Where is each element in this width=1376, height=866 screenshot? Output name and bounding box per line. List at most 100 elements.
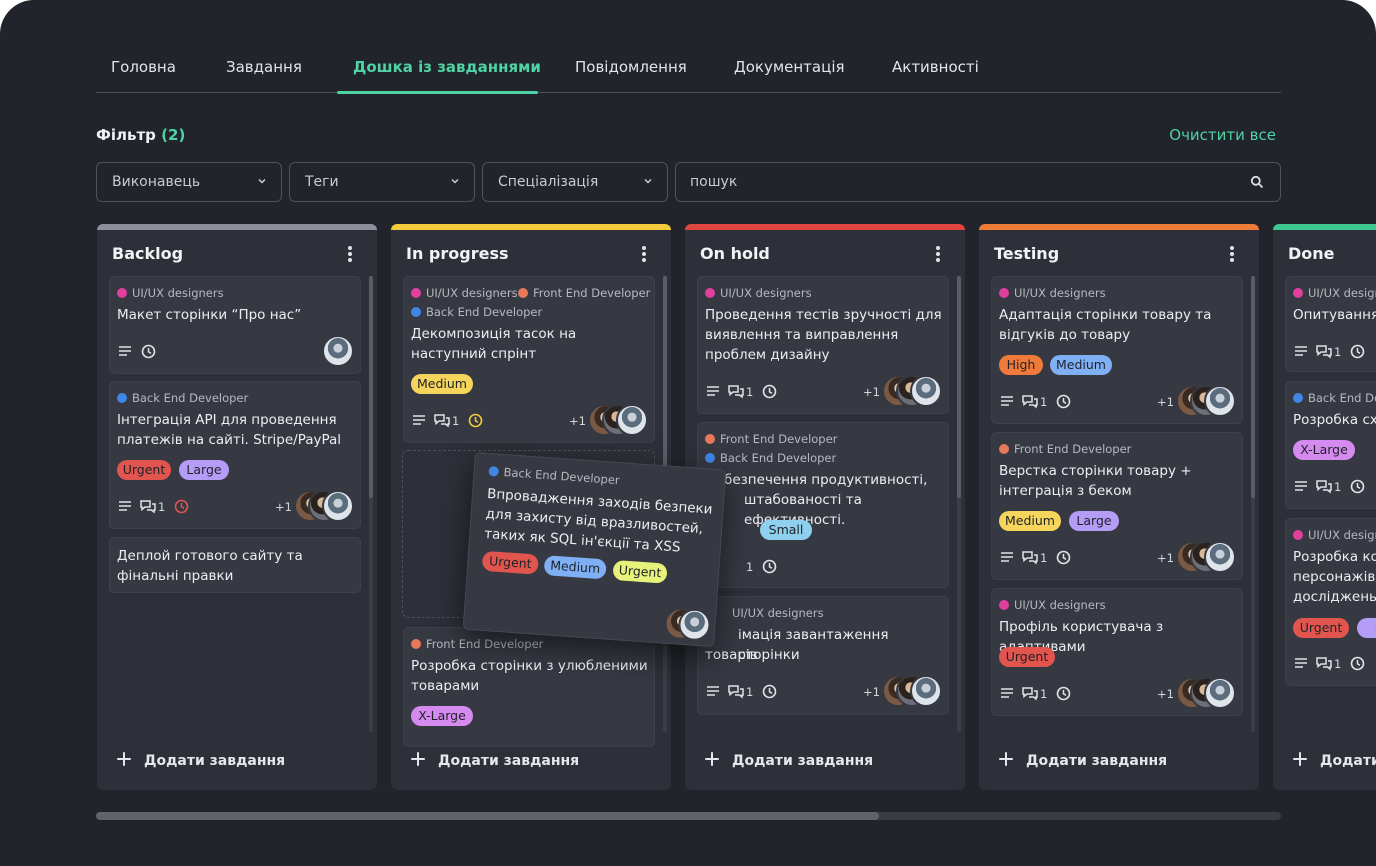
card-title-line: персонажів к [1293, 569, 1376, 585]
assignee-avatars [588, 404, 652, 436]
chevron-down-icon [644, 178, 652, 184]
task-card[interactable]: Front End Developer Верстка сторінки тов… [991, 432, 1243, 580]
comment-count: 1 [1040, 687, 1048, 701]
tag-x-large: X-Large [411, 706, 473, 726]
avatar [1204, 385, 1236, 417]
comment-count: 1 [1334, 657, 1342, 671]
tag-urgent: Urgent [481, 550, 539, 575]
task-card[interactable]: UI/UX designers Профіль користувача з ад… [991, 588, 1243, 716]
task-card[interactable]: Front End Developer Розробка сторінки з … [403, 627, 655, 747]
extra-assignees-count: +1 [1157, 395, 1174, 409]
more-vertical-icon[interactable] [343, 246, 357, 264]
task-card[interactable]: UI/UX designers Адаптація сторінки товар… [991, 276, 1243, 424]
task-card[interactable]: UI/UX designers Макет сторінки “Про нас” [109, 276, 361, 374]
clear-all-button[interactable]: Очистити все [1169, 126, 1276, 144]
specialization-label: Back End Developer [705, 451, 836, 465]
card-title: Опитування [1293, 307, 1376, 323]
assignee-select[interactable]: Виконавець [96, 162, 282, 202]
tags-select[interactable]: Теги [289, 162, 475, 202]
task-card[interactable]: Деплой готового сайту та фінальні правки [109, 537, 361, 593]
card-title: Макет сторінки “Про нас” [117, 307, 302, 323]
description-icon [707, 386, 719, 396]
clock-icon [1056, 394, 1071, 409]
more-vertical-icon[interactable] [931, 246, 945, 264]
task-card[interactable]: Front End Developer Back End Developer б… [697, 422, 949, 588]
comments-icon [1022, 395, 1038, 409]
tag-urgent: Urgent [612, 559, 668, 584]
avatar [1204, 677, 1236, 709]
comments-icon [140, 500, 156, 514]
tab-home[interactable]: Головна [111, 58, 176, 76]
extra-assignees-count: +1 [863, 385, 880, 399]
task-card[interactable]: Back End Dev Розробка сх X-Large 1 [1285, 381, 1376, 509]
card-meta: 1 [1294, 656, 1376, 672]
description-icon [119, 501, 131, 511]
clock-icon [1056, 550, 1071, 565]
column-scrollbar[interactable] [957, 276, 961, 732]
specialization-label: UI/UX designers [999, 598, 1106, 612]
tags-select-label: Теги [305, 174, 339, 190]
search-input[interactable] [690, 172, 1230, 192]
specialization-label: Front End Developer [705, 432, 837, 446]
card-meta: 1 [1000, 686, 1090, 702]
description-icon [1295, 658, 1307, 668]
avatar [1204, 541, 1236, 573]
active-tab-indicator [337, 91, 538, 94]
specialization-select[interactable]: Спеціалізація [482, 162, 668, 202]
clock-icon [141, 344, 156, 359]
card-meta: 1 [1294, 344, 1376, 360]
column-scrollbar[interactable] [369, 276, 373, 732]
assignee-avatars [663, 606, 712, 642]
add-task-button[interactable]: Додати завдання [411, 752, 579, 769]
clock-icon [1350, 479, 1365, 494]
more-vertical-icon[interactable] [1225, 246, 1239, 264]
tag-urgent: Urgent [1293, 618, 1349, 638]
add-task-button[interactable]: Додати завдання [1293, 752, 1376, 769]
tab-tasks[interactable]: Завдання [226, 58, 302, 76]
task-card[interactable]: Back End Developer Інтеграція API для пр… [109, 381, 361, 529]
card-title: Адаптація сторінки товару та відгуків до… [999, 307, 1212, 343]
chevron-down-icon [258, 178, 266, 184]
tab-task-board[interactable]: Дошка із завданнями [353, 58, 541, 76]
tab-documentation[interactable]: Документація [734, 58, 845, 76]
clock-icon [762, 384, 777, 399]
card-title: Інтеграція API для проведення платежів н… [117, 412, 342, 448]
card-title: Розробка сторінки з улюбленими товарами [411, 658, 648, 694]
comment-count: 1 [746, 560, 754, 574]
column-testing: Testing UI/UX designers Адаптація сторін… [979, 224, 1259, 790]
tab-activities[interactable]: Активності [892, 58, 979, 76]
search-icon[interactable] [1250, 175, 1264, 189]
board-horizontal-scrollbar[interactable] [96, 812, 1281, 820]
avatar [910, 675, 942, 707]
column-title: Testing [994, 244, 1060, 263]
column-color-bar [979, 224, 1259, 230]
specialization-label: UI/UX designers [999, 286, 1106, 300]
more-vertical-icon[interactable] [637, 246, 651, 264]
clock-icon [762, 559, 777, 574]
add-task-button[interactable]: Додати завдання [705, 752, 873, 769]
plus-icon [999, 752, 1013, 766]
task-card[interactable]: UI/UX designers імація завантаження стор… [697, 596, 949, 715]
task-card[interactable]: UI/UX designers Front End Developer Back… [403, 276, 655, 443]
add-task-button[interactable]: Додати завдання [117, 752, 285, 769]
task-card[interactable]: UI/UX design Опитування 1 [1285, 276, 1376, 372]
column-color-bar [97, 224, 377, 230]
task-card[interactable]: UI/UX designers Проведення тестів зручно… [697, 276, 949, 414]
card-title: Верстка сторінки товару + інтеграція з б… [999, 463, 1192, 499]
assignee-avatars [294, 490, 358, 522]
specialization-label: Front End Developer [411, 637, 543, 651]
add-task-button[interactable]: Додати завдання [999, 752, 1167, 769]
avatar [616, 404, 648, 436]
scrollbar-thumb[interactable] [96, 812, 879, 820]
task-card[interactable]: UI/UX design Розробка кор персонажів к д… [1285, 518, 1376, 686]
specialization-label: UI/UX designers [732, 606, 824, 620]
tab-messages[interactable]: Повідомлення [575, 58, 687, 76]
comment-count: 1 [746, 685, 754, 699]
column-scrollbar[interactable] [1251, 276, 1255, 732]
specialization-label: Front End Developer [999, 442, 1131, 456]
avatar [322, 490, 354, 522]
dragged-task-card[interactable]: Back End Developer Впровадження заходів … [462, 452, 727, 648]
specialization-label: Back End Developer [488, 464, 620, 487]
specialization-label: Front End Developer [518, 286, 650, 300]
assignee-select-label: Виконавець [112, 174, 201, 190]
